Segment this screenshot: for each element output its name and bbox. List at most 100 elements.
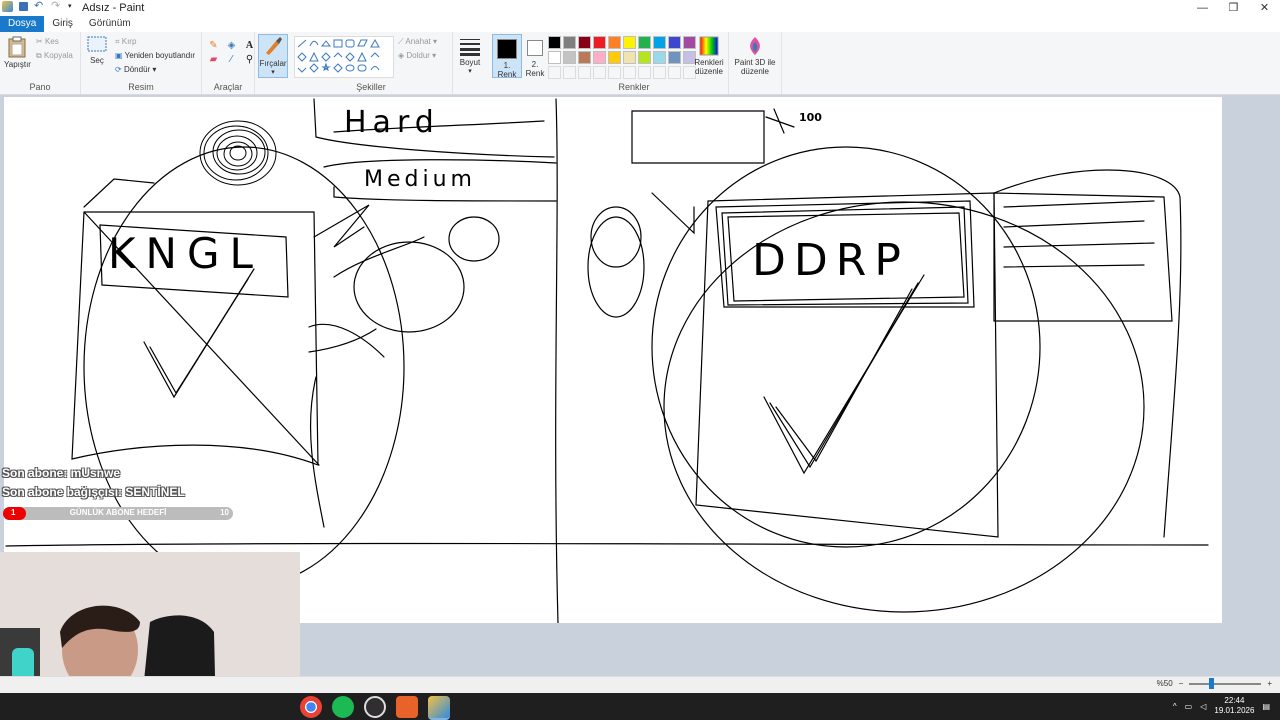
palette-swatch[interactable] bbox=[668, 51, 681, 64]
palette-empty-swatch[interactable] bbox=[668, 66, 681, 79]
image-group-label: Resim bbox=[128, 82, 154, 92]
palette-swatch[interactable] bbox=[593, 51, 606, 64]
palette-swatch[interactable] bbox=[638, 36, 651, 49]
tools-group-label: Araçlar bbox=[213, 82, 243, 92]
palette-swatch[interactable] bbox=[653, 51, 666, 64]
drawing-canvas[interactable]: Hard Medium KNGL DDRP 100 bbox=[4, 97, 1222, 624]
tab-file[interactable]: Dosya bbox=[0, 16, 45, 32]
image-group: Seç ⌗ Kırp ▣ Yeniden boyutlandır ⟳ Döndü… bbox=[81, 32, 202, 94]
palette-swatch[interactable] bbox=[638, 51, 651, 64]
redo-icon[interactable]: ↷ bbox=[51, 1, 62, 12]
crop-button[interactable]: ⌗ Kırp bbox=[115, 37, 136, 47]
color-picker-icon[interactable]: ⁄ bbox=[224, 54, 239, 65]
outline-label: Anahat ▾ bbox=[405, 37, 437, 46]
palette-empty-swatch[interactable] bbox=[653, 66, 666, 79]
color2-swatch bbox=[527, 40, 543, 56]
clock-time: 22:44 bbox=[1224, 696, 1245, 705]
spotify-icon[interactable] bbox=[332, 696, 354, 718]
palette-swatch[interactable] bbox=[578, 36, 591, 49]
label-hard: Hard bbox=[344, 105, 440, 140]
palette-swatch[interactable] bbox=[623, 36, 636, 49]
color2-button[interactable]: 2. Renk bbox=[522, 34, 548, 78]
save-icon[interactable] bbox=[19, 2, 28, 11]
brushes-label: Fırçalar bbox=[259, 59, 287, 68]
brushes-group: Fırçalar ▾ bbox=[255, 32, 289, 94]
palette-swatch[interactable] bbox=[593, 36, 606, 49]
cut-button[interactable]: ✂ Kes bbox=[36, 37, 59, 46]
resize-icon: ▣ bbox=[115, 51, 123, 60]
palette-swatch[interactable] bbox=[608, 36, 621, 49]
zoom-out-button[interactable]: − bbox=[1179, 679, 1184, 688]
fill-button[interactable]: ◈ Doldur ▾ bbox=[398, 51, 436, 60]
palette-swatch[interactable] bbox=[563, 36, 576, 49]
zoom-in-button[interactable]: + bbox=[1267, 679, 1272, 688]
palette-empty-swatch[interactable] bbox=[563, 66, 576, 79]
clipboard-icon bbox=[8, 36, 26, 58]
palette-empty-swatch[interactable] bbox=[608, 66, 621, 79]
palette-swatch[interactable] bbox=[548, 36, 561, 49]
color2-label: 2. Renk bbox=[525, 60, 545, 78]
tab-view[interactable]: Görünüm bbox=[81, 16, 139, 32]
palette-swatch[interactable] bbox=[623, 51, 636, 64]
chrome-icon[interactable] bbox=[300, 696, 322, 718]
close-button[interactable]: ✕ bbox=[1249, 0, 1280, 16]
palette-swatch[interactable] bbox=[608, 51, 621, 64]
paste-label: Yapıştır bbox=[4, 60, 31, 69]
notification-icon[interactable]: ▤ bbox=[1262, 702, 1270, 711]
eraser-icon[interactable]: ▰ bbox=[206, 54, 221, 65]
resize-label: Yeniden boyutlandır bbox=[124, 51, 196, 60]
select-button[interactable]: Seç bbox=[85, 36, 109, 65]
palette-swatch[interactable] bbox=[578, 51, 591, 64]
color1-label: 1. Renk bbox=[497, 61, 517, 79]
palette-empty-swatch[interactable] bbox=[623, 66, 636, 79]
zoom-control: %50 − + bbox=[1157, 677, 1272, 689]
palette-empty-swatch[interactable] bbox=[593, 66, 606, 79]
size-button[interactable]: Boyut ▾ bbox=[457, 38, 483, 76]
last-gifter-text: Son abone bağışçısı: SENTİNEL bbox=[2, 485, 185, 499]
outline-button[interactable]: ⟋ Anahat ▾ bbox=[398, 37, 437, 47]
zoom-slider[interactable] bbox=[1189, 677, 1262, 689]
color1-button[interactable]: 1. Renk bbox=[492, 34, 522, 79]
freehand-drawing bbox=[5, 98, 1209, 624]
fill-bucket-icon[interactable]: ◈ bbox=[224, 40, 239, 51]
palette-empty-swatch[interactable] bbox=[548, 66, 561, 79]
clock-date: 19.01.2026 bbox=[1214, 706, 1255, 715]
brushes-button[interactable]: Fırçalar ▾ bbox=[258, 34, 288, 78]
palette-empty-swatch[interactable] bbox=[578, 66, 591, 79]
paint3d-button[interactable]: Paint 3D ile düzenle bbox=[731, 36, 779, 76]
palette-empty-swatch[interactable] bbox=[638, 66, 651, 79]
color-palette bbox=[548, 36, 696, 79]
clock[interactable]: 22:44 19.01.2026 bbox=[1214, 696, 1254, 716]
palette-swatch[interactable] bbox=[668, 36, 681, 49]
paste-button[interactable]: Yapıştır bbox=[4, 36, 31, 69]
copy-button[interactable]: ⧉ Kopyala bbox=[36, 51, 73, 61]
ribbon-tabs: Dosya Giriş Görünüm bbox=[0, 16, 1280, 32]
color-wheel-icon bbox=[699, 36, 719, 56]
palette-swatch[interactable] bbox=[563, 51, 576, 64]
edit-colors-label: Renkleri düzenle bbox=[694, 58, 724, 76]
pencil-icon[interactable]: ✎ bbox=[206, 40, 221, 51]
network-icon[interactable]: ▭ bbox=[1185, 702, 1193, 711]
shapes-gallery[interactable] bbox=[294, 36, 394, 78]
ribbon: Yapıştır ✂ Kes ⧉ Kopyala Pano Seç ⌗ Kırp… bbox=[0, 32, 1280, 95]
palette-swatch[interactable] bbox=[548, 51, 561, 64]
undo-icon[interactable]: ↶ bbox=[34, 1, 45, 12]
rotate-button[interactable]: ⟳ Döndür ▾ bbox=[115, 65, 156, 74]
tray-chevron-icon[interactable]: ^ bbox=[1173, 702, 1177, 711]
edit-colors-button[interactable]: Renkleri düzenle bbox=[692, 36, 726, 76]
zoom-slider-thumb[interactable] bbox=[1209, 677, 1215, 689]
window-title: Adsız - Paint bbox=[82, 2, 145, 14]
maximize-button[interactable]: ❐ bbox=[1218, 0, 1249, 16]
minimize-button[interactable]: — bbox=[1187, 0, 1218, 16]
volume-icon[interactable]: ◁ bbox=[1200, 702, 1206, 711]
customize-dropdown-icon[interactable]: ▾ bbox=[68, 1, 79, 12]
shapes-group-label: Şekiller bbox=[356, 82, 386, 92]
obs-icon[interactable] bbox=[364, 696, 386, 718]
palette-swatch[interactable] bbox=[653, 36, 666, 49]
crop-label: Kırp bbox=[121, 37, 137, 46]
fill-icon: ◈ bbox=[398, 51, 405, 60]
paint-taskbar-icon[interactable] bbox=[428, 696, 450, 720]
tab-home[interactable]: Giriş bbox=[44, 16, 81, 32]
resize-button[interactable]: ▣ Yeniden boyutlandır bbox=[115, 51, 195, 60]
app-orange-icon[interactable] bbox=[396, 696, 418, 718]
